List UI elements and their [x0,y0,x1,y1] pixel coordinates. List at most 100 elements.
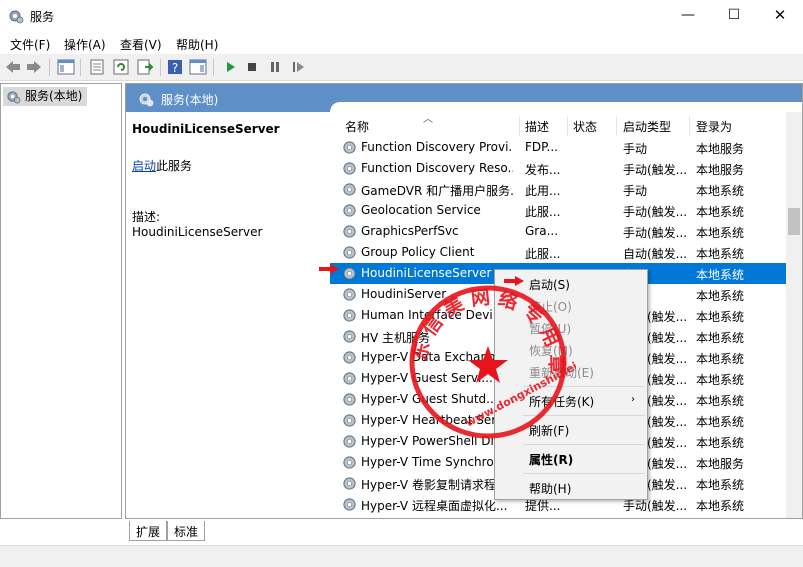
cell-description: 此服... [525,205,561,219]
pause-service-icon[interactable] [266,58,284,76]
cell-log-on-as: 本地系统 [696,247,745,261]
cell-log-on-as: 本地服务 [696,163,745,177]
column-description[interactable]: 描述 [525,118,549,135]
ctx-refresh[interactable]: 刷新(F) [529,422,569,439]
cell-name: Hyper-V Guest Shutd... [361,392,498,406]
menu-action[interactable]: 操作(A) [64,36,106,53]
column-divider[interactable] [616,116,617,136]
service-gear-icon [343,393,356,406]
column-header: ︿ 名称 描述 状态 启动类型 登录为 [330,112,786,136]
menu-help[interactable]: 帮助(H) [176,36,218,53]
column-divider[interactable] [567,116,568,136]
ctx-stop[interactable]: 停止(O) [529,298,572,315]
properties-sheet-icon[interactable] [88,58,106,76]
ctx-restart[interactable]: 重新启动(E) [529,364,594,381]
vertical-scrollbar[interactable] [786,112,802,518]
column-status[interactable]: 状态 [573,118,597,135]
ctx-resume[interactable]: 恢复(M) [529,342,573,359]
refresh-icon[interactable] [112,58,130,76]
ctx-separator [523,473,645,474]
tree-node-services-local[interactable]: 服务(本地) [3,87,87,106]
pane-header-title: 服务(本地) [161,93,219,107]
toolbar-separator [213,59,214,76]
red-arrow-icon [504,276,524,286]
cell-log-on-as: 本地系统 [696,352,745,366]
selected-service-name: HoudiniLicenseServer [132,122,280,136]
start-service-icon[interactable] [221,58,239,76]
cell-log-on-as: 本地系统 [696,415,745,429]
table-row[interactable]: Function Discovery Reso... 发布... 手动(触发... 本… [330,158,786,179]
services-gear-icon [9,10,24,24]
maximize-button[interactable]: ☐ [711,0,757,32]
submenu-arrow-icon: › [631,394,635,405]
cell-startup-type: 自动(触发... [623,247,687,261]
service-gear-icon [343,498,356,511]
toolbar: ? [0,54,803,81]
cell-description: 发布... [525,163,561,177]
ctx-separator [523,444,645,445]
column-divider[interactable] [689,116,690,136]
description-text: HoudiniLicenseServer [132,225,263,239]
cell-name: GraphicsPerfSvc [361,224,459,238]
stop-service-icon[interactable] [243,58,261,76]
tab-extended[interactable]: 扩展 [129,521,168,541]
service-gear-icon [343,288,356,301]
cell-name: Function Discovery Reso... [361,161,513,175]
console-tree: 服务(本地) [0,83,122,519]
action-pane-icon[interactable] [189,58,207,76]
cell-startup-type: 手动 [623,184,648,198]
cell-name: Hyper-V Heartbeat Ser... [361,413,507,427]
minimize-button[interactable]: — [665,0,711,32]
cell-description: Gra... [525,224,559,238]
column-name[interactable]: 名称 [345,118,369,135]
column-divider[interactable] [519,116,520,136]
services-gear-icon [7,91,21,104]
forward-arrow-icon[interactable] [25,58,43,76]
title-bar: 服务 — ☐ ✕ [0,0,803,32]
tree-node-label: 服务(本地) [25,89,83,103]
start-service-suffix: 此服务 [156,159,193,173]
tab-standard[interactable]: 标准 [167,521,206,541]
service-gear-icon [343,141,356,154]
cell-description: 此服... [525,247,561,261]
service-gear-icon [343,246,356,259]
column-log-on-as[interactable]: 登录为 [696,118,732,135]
menu-file[interactable]: 文件(F) [10,36,50,53]
cell-name: GameDVR 和广播用户服务... [361,184,513,198]
ctx-help[interactable]: 帮助(H) [529,480,571,497]
service-gear-icon [343,372,356,385]
cell-name: Hyper-V Guest Servi... [361,371,493,385]
service-gear-icon [343,309,356,322]
scrollbar-thumb[interactable] [788,208,800,235]
table-row[interactable]: Geolocation Service 此服... 手动(触发... 本地系统 [330,200,786,221]
table-row[interactable]: Group Policy Client 此服... 自动(触发... 本地系统 [330,242,786,263]
menu-view[interactable]: 查看(V) [120,36,162,53]
ctx-all-tasks[interactable]: 所有任务(K) [529,393,594,410]
ctx-pause[interactable]: 暂停(U) [529,320,571,337]
cell-startup-type: 手动(触发... [623,226,687,240]
ctx-start[interactable]: 启动(S) [529,276,570,293]
close-button[interactable]: ✕ [757,0,803,32]
help-icon[interactable]: ? [166,58,184,76]
console-tree-icon[interactable] [57,58,75,76]
view-tabs: 扩展 标准 [125,521,425,543]
export-list-icon[interactable] [136,58,154,76]
cell-name: Geolocation Service [361,203,481,217]
table-row[interactable]: Function Discovery Provi... FDP... 手动 本地服务 [330,137,786,158]
cell-log-on-as: 本地系统 [696,478,745,492]
table-row[interactable]: GraphicsPerfSvc Gra... 手动(触发... 本地系统 [330,221,786,242]
back-arrow-icon[interactable] [4,58,22,76]
column-startup-type[interactable]: 启动类型 [623,118,671,135]
cell-name: HoudiniServer [361,287,447,301]
red-arrow-icon [319,264,339,274]
cell-log-on-as: 本地系统 [696,331,745,345]
cell-log-on-as: 本地系统 [696,268,745,282]
start-service-link[interactable]: 启动 [132,159,156,173]
service-gear-icon [343,183,356,196]
restart-service-icon[interactable] [289,58,307,76]
services-gear-icon [139,93,154,107]
table-row[interactable]: GameDVR 和广播用户服务... 此用... 手动 本地系统 [330,179,786,200]
ctx-properties[interactable]: 属性(R) [529,451,573,468]
cell-log-on-as: 本地系统 [696,226,745,240]
cell-log-on-as: 本地系统 [696,436,745,450]
